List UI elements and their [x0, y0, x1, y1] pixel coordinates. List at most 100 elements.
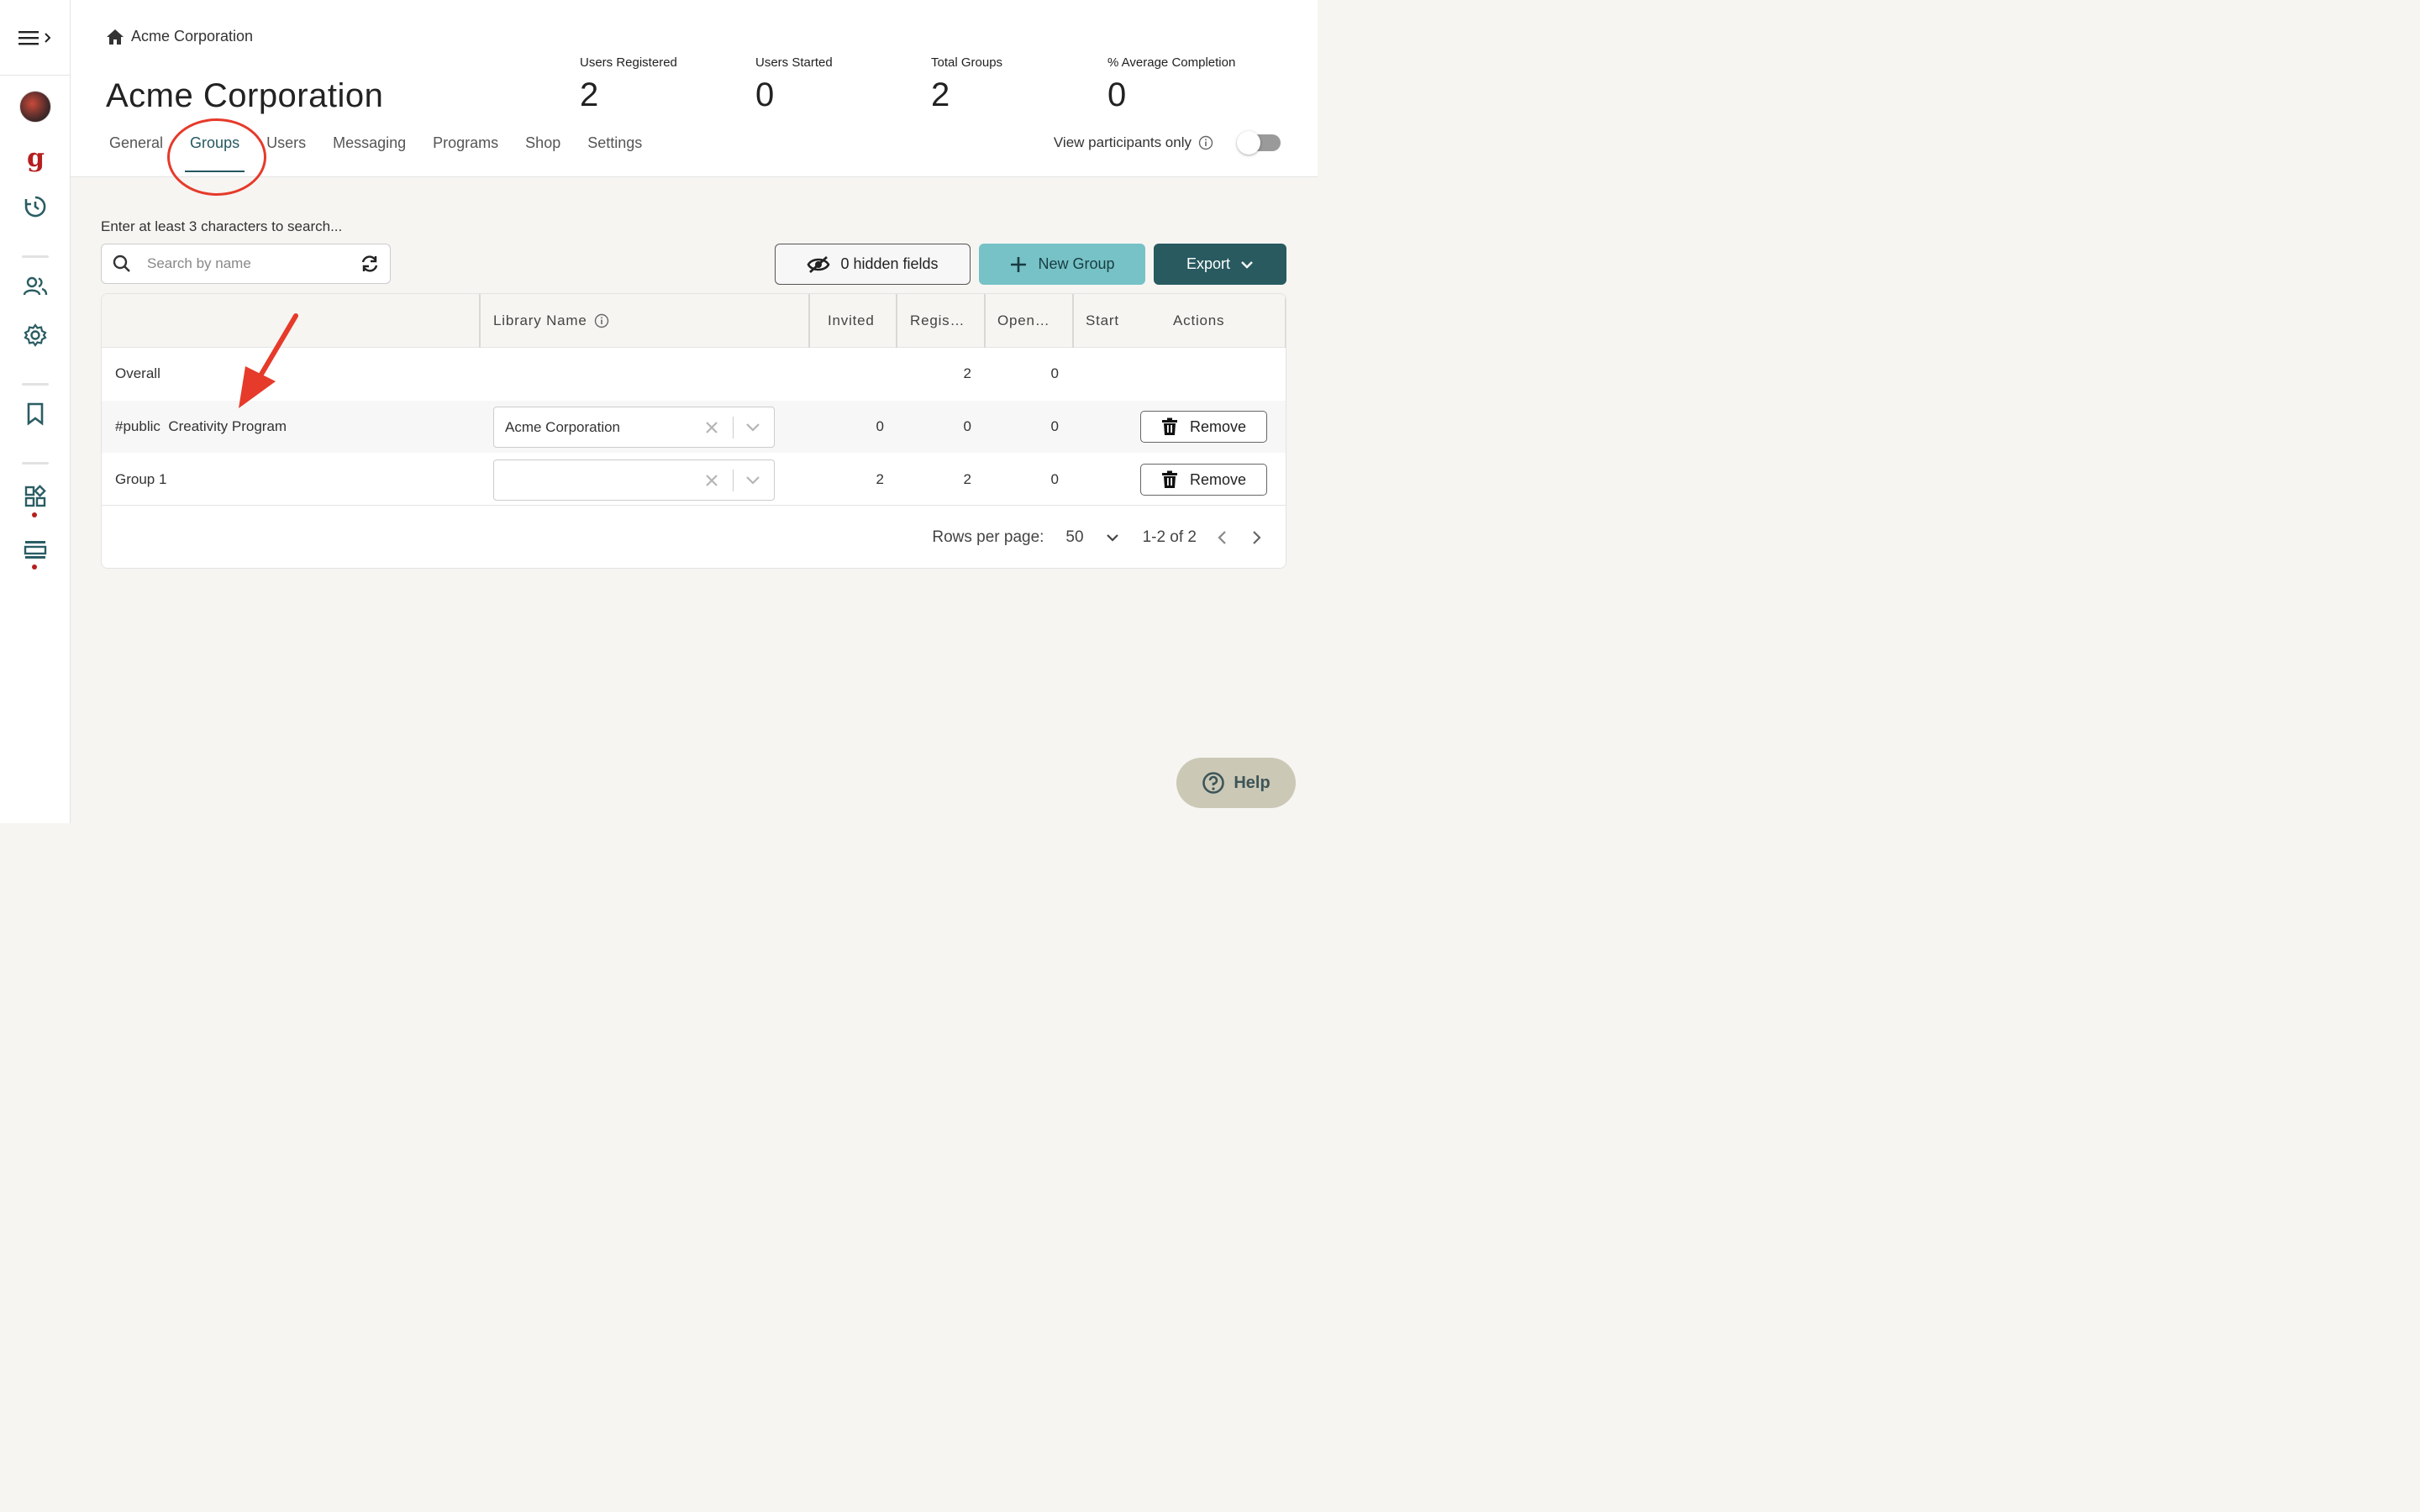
- group-name[interactable]: #public Creativity Program: [115, 401, 287, 453]
- groups-table: Library Name Invited Regis… Open… Start …: [101, 293, 1286, 569]
- svg-text:g: g: [27, 144, 45, 173]
- column-divider: [808, 294, 810, 348]
- opened-count: 0: [1050, 418, 1059, 434]
- remove-button[interactable]: Remove: [1140, 411, 1267, 443]
- breadcrumb[interactable]: Acme Corporation: [106, 28, 253, 45]
- refresh-icon[interactable]: [360, 254, 380, 274]
- chevron-down-icon[interactable]: [745, 421, 760, 433]
- clear-icon[interactable]: [703, 419, 720, 436]
- export-button[interactable]: Export: [1154, 244, 1286, 285]
- column-header-library-name[interactable]: Library Name: [493, 294, 609, 348]
- layout-list-icon[interactable]: [0, 539, 71, 559]
- sidebar: g: [0, 0, 71, 823]
- search-icon: [113, 255, 130, 272]
- select-divider: [733, 417, 734, 438]
- settings-gear-icon[interactable]: [0, 323, 71, 347]
- trash-icon: [1161, 417, 1177, 435]
- remove-label: Remove: [1189, 417, 1247, 435]
- stat-label: % Average Completion: [1107, 55, 1236, 70]
- info-icon: [1198, 135, 1213, 150]
- column-header-started[interactable]: Start: [1086, 294, 1124, 348]
- chevron-down-icon: [1106, 534, 1118, 542]
- page-title: Acme Corporation: [106, 77, 384, 114]
- stat-label: Total Groups: [931, 55, 1003, 70]
- column-divider: [896, 294, 897, 348]
- tab-programs[interactable]: Programs: [433, 134, 498, 172]
- library-select[interactable]: [493, 459, 775, 501]
- next-page-icon[interactable]: [1252, 530, 1262, 545]
- tab-groups[interactable]: Groups: [185, 134, 245, 172]
- pagination-range: 1-2 of 2: [1142, 528, 1197, 546]
- chevron-down-icon[interactable]: [745, 474, 760, 486]
- export-label: Export: [1186, 255, 1231, 272]
- history-icon[interactable]: [0, 195, 71, 218]
- tab-messaging[interactable]: Messaging: [333, 134, 406, 172]
- avatar[interactable]: [19, 91, 51, 123]
- column-header-registered[interactable]: Regis…: [910, 294, 965, 348]
- previous-page-icon[interactable]: [1217, 530, 1227, 545]
- menu-expand-icon[interactable]: [18, 30, 52, 45]
- tab-bar: General Groups Users Messaging Programs …: [109, 134, 669, 172]
- select-divider: [733, 470, 734, 491]
- sidebar-divider: [22, 462, 49, 465]
- group-name[interactable]: Group 1: [115, 454, 166, 506]
- invited-count: 2: [876, 471, 884, 487]
- sidebar-header: [0, 0, 70, 76]
- table-row: Group 1 2 2 0 Remove: [102, 454, 1286, 506]
- notification-dot: [32, 512, 37, 517]
- column-header-opened[interactable]: Open…: [997, 294, 1050, 348]
- table-row: #public Creativity Program Acme Corporat…: [102, 401, 1286, 453]
- invited-count: 0: [876, 418, 884, 434]
- opened-count: 0: [1050, 365, 1059, 381]
- help-button[interactable]: Help: [1176, 758, 1296, 808]
- registered-count: 2: [963, 471, 971, 487]
- trash-icon: [1161, 470, 1177, 488]
- sidebar-avatar[interactable]: [0, 91, 71, 123]
- stat-label: Users Started: [755, 55, 833, 70]
- library-select[interactable]: Acme Corporation: [493, 407, 775, 448]
- bookmark-icon[interactable]: [0, 402, 71, 426]
- chevron-down-icon: [1241, 260, 1253, 269]
- clear-icon[interactable]: [703, 472, 720, 489]
- group-name: Overall: [115, 365, 160, 381]
- home-icon: [107, 29, 124, 45]
- view-participants-toggle-row: View participants only: [1054, 131, 1281, 155]
- column-divider: [984, 294, 986, 348]
- stat-value: 0: [1107, 76, 1127, 113]
- stat-average-completion: % Average Completion 0: [1107, 55, 1235, 114]
- new-group-button[interactable]: New Group: [979, 244, 1145, 285]
- table-row: Overall 2 0: [102, 348, 1286, 400]
- tab-shop[interactable]: Shop: [525, 134, 560, 172]
- question-circle-icon: [1202, 772, 1225, 794]
- users-icon[interactable]: [0, 276, 71, 297]
- rows-per-page-label: Rows per page:: [932, 528, 1044, 546]
- stat-value: 2: [931, 76, 950, 113]
- column-header-invited[interactable]: Invited: [828, 294, 875, 348]
- tab-general[interactable]: General: [109, 134, 163, 172]
- stat-value: 0: [755, 76, 775, 113]
- tab-users[interactable]: Users: [266, 134, 306, 172]
- breadcrumb-label[interactable]: Acme Corporation: [131, 28, 253, 45]
- column-header-actions: Actions: [1173, 312, 1225, 328]
- column-divider: [1285, 294, 1286, 348]
- sidebar-divider: [22, 255, 49, 258]
- search-hint: Enter at least 3 characters to search...: [101, 218, 343, 234]
- hidden-fields-label: 0 hidden fields: [840, 255, 939, 272]
- table-pagination: Rows per page: 50 1-2 of 2: [102, 507, 1286, 568]
- remove-button[interactable]: Remove: [1140, 464, 1267, 496]
- search-input[interactable]: [147, 255, 360, 272]
- help-label: Help: [1234, 773, 1270, 792]
- registered-count: 0: [963, 418, 971, 434]
- brand-logo-icon[interactable]: g: [0, 144, 71, 175]
- rows-per-page-value: 50: [1065, 528, 1084, 546]
- widgets-icon[interactable]: [0, 485, 71, 508]
- hidden-fields-button[interactable]: 0 hidden fields: [775, 244, 971, 285]
- new-group-label: New Group: [1038, 255, 1115, 272]
- rows-per-page-select[interactable]: 50: [1065, 528, 1118, 547]
- stat-label: Users Registered: [580, 55, 677, 70]
- eye-off-icon: [807, 255, 830, 273]
- tab-settings[interactable]: Settings: [587, 134, 642, 172]
- view-participants-switch[interactable]: [1237, 131, 1281, 155]
- column-header-label: Library Name: [493, 312, 587, 328]
- column-divider: [479, 294, 481, 348]
